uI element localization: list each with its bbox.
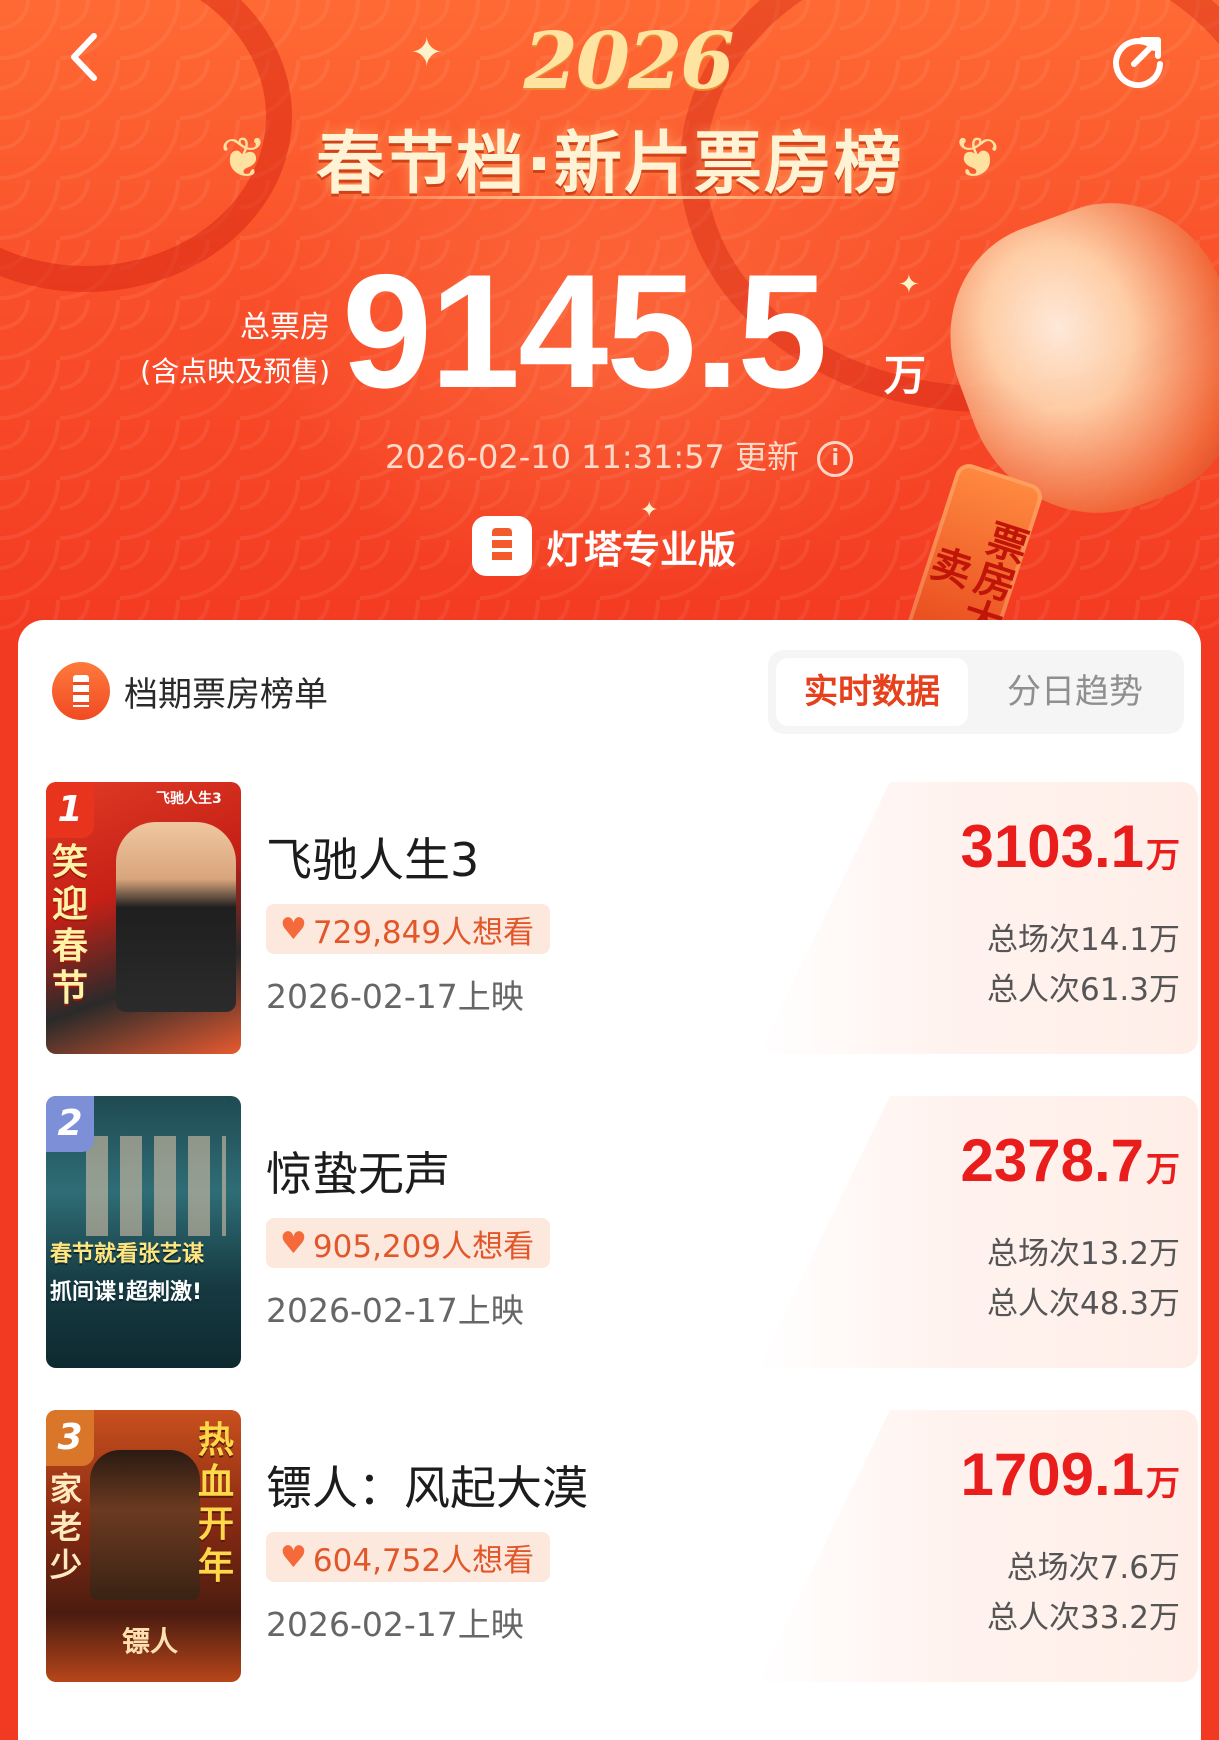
poster-slogan-line1: 春节就看张艺谋 <box>50 1242 205 1267</box>
total-audience: 总人次33.2万 <box>986 1600 1180 1636</box>
total-box-office-value: 9145.5 <box>342 241 827 422</box>
total-label-note: (含点映及预售) <box>140 355 330 388</box>
box-office-unit: 万 <box>1146 1150 1180 1190</box>
divider <box>330 196 890 199</box>
total-sessions: 总场次14.1万 <box>986 922 1180 958</box>
movie-title: 飞驰人生3 <box>266 833 480 887</box>
total-label-main: 总票房 <box>240 310 330 345</box>
box-office: 3103.1万 <box>960 812 1180 881</box>
poster-figures <box>86 1136 226 1236</box>
heart-icon: ♥ <box>280 1539 307 1575</box>
title-row: ❦ 春节档·新片票房榜 ❦ <box>220 108 1000 208</box>
update-time: 2026-02-10 11:31:57 更新 i <box>385 432 854 478</box>
data-view-toggle: 实时数据 分日趋势 <box>768 650 1184 734</box>
total-audience: 总人次61.3万 <box>986 972 1180 1008</box>
section-title: 档期票房榜单 <box>124 674 328 715</box>
sparkle-icon: ✦ <box>898 270 920 300</box>
section-header: 档期票房榜单 <box>52 662 328 720</box>
movie-title: 镖人：风起大漠 <box>266 1461 588 1515</box>
box-office-unit: 万 <box>1146 1464 1180 1504</box>
box-office-unit: 万 <box>1146 836 1180 876</box>
total-sessions: 总场次13.2万 <box>986 1236 1180 1272</box>
box-office-value: 2378.7 <box>960 1127 1144 1194</box>
chevron-left-icon <box>71 33 97 81</box>
poster-logo: 镖人 <box>122 1625 179 1658</box>
poster-figures <box>90 1450 200 1600</box>
want-to-see-count: 729,849人想看 <box>312 914 535 951</box>
total-box-office-unit: 万 <box>884 351 927 400</box>
movie-poster: 家老少 热血开年 镖人 3 <box>46 1410 241 1682</box>
movie-row[interactable]: 春节就看张艺谋 抓间谍!超刺激! 2 惊蛰无声 ♥ 905,209人想看 202… <box>46 1096 1198 1368</box>
box-office: 2378.7万 <box>960 1126 1180 1195</box>
want-to-see-badge: ♥ 905,209人想看 <box>266 1218 551 1268</box>
movie-row[interactable]: 笑迎春节 飞驰人生3 1 飞驰人生3 ♥ 729,849人想看 2026-02-… <box>46 782 1198 1054</box>
poster-slogan-line2: 抓间谍!超刺激! <box>50 1280 203 1305</box>
movie-row[interactable]: 家老少 热血开年 镖人 3 镖人：风起大漠 ♥ 604,752人想看 2026-… <box>46 1410 1198 1682</box>
want-to-see-badge: ♥ 604,752人想看 <box>266 1532 551 1582</box>
tab-daily-trend[interactable]: 分日趋势 <box>980 658 1170 726</box>
laurel-icon: ❦ <box>220 126 267 191</box>
sparkle-icon: ✦ <box>410 30 444 76</box>
release-date: 2026-02-17上映 <box>266 1605 524 1644</box>
poster-slogan: 笑迎春节 <box>52 842 89 1009</box>
year-artwork: 2026 <box>523 16 734 107</box>
header-banner: 票房大卖 ✦ ✦ ✦ 2026 ❦ 春节档·新片票房榜 ❦ 总票房 (含点映及预… <box>0 0 1219 640</box>
movie-poster: 笑迎春节 飞驰人生3 1 <box>46 782 241 1054</box>
movie-poster: 春节就看张艺谋 抓间谍!超刺激! 2 <box>46 1096 241 1368</box>
poster-slogan-right: 热血开年 <box>198 1420 235 1587</box>
heart-icon: ♥ <box>280 1225 307 1261</box>
back-button[interactable] <box>60 22 110 92</box>
poster-logo: 飞驰人生3 <box>156 791 222 807</box>
share-button[interactable] <box>1108 30 1168 90</box>
release-date: 2026-02-17上映 <box>266 977 524 1016</box>
total-sessions: 总场次7.6万 <box>1006 1550 1180 1586</box>
total-audience: 总人次48.3万 <box>986 1286 1180 1322</box>
release-date: 2026-02-17上映 <box>266 1291 524 1330</box>
ranking-icon <box>52 662 110 720</box>
box-office: 1709.1万 <box>960 1440 1180 1509</box>
box-office-value: 1709.1 <box>960 1441 1144 1508</box>
share-icon <box>1113 37 1163 89</box>
update-time-text: 2026-02-10 11:31:57 更新 <box>385 438 800 476</box>
tab-realtime-data[interactable]: 实时数据 <box>776 658 968 726</box>
total-box-office-label: 总票房 (含点映及预售) <box>120 308 330 392</box>
ranking-card: 档期票房榜单 实时数据 分日趋势 笑迎春节 飞驰人生3 1 飞驰人生3 ♥ 72… <box>18 620 1201 1740</box>
poster-figure <box>116 822 236 1012</box>
poster-slogan-left: 家老少 <box>50 1470 83 1584</box>
want-to-see-count: 905,209人想看 <box>312 1228 535 1265</box>
want-to-see-badge: ♥ 729,849人想看 <box>266 904 551 954</box>
brand-name: 灯塔专业版 <box>546 527 737 572</box>
brand-mark: 灯塔专业版 <box>472 514 736 578</box>
laurel-icon: ❦ <box>953 126 1000 191</box>
rank-badge: 1 <box>46 782 94 838</box>
box-office-value: 3103.1 <box>960 813 1144 880</box>
lighthouse-icon <box>472 516 532 576</box>
info-icon[interactable]: i <box>817 441 854 477</box>
rank-badge: 3 <box>46 1410 94 1466</box>
movie-title: 惊蛰无声 <box>266 1147 450 1201</box>
rank-badge: 2 <box>46 1096 94 1152</box>
want-to-see-count: 604,752人想看 <box>312 1542 535 1579</box>
heart-icon: ♥ <box>280 911 307 947</box>
page-title: 春节档·新片票房榜 <box>316 125 904 204</box>
